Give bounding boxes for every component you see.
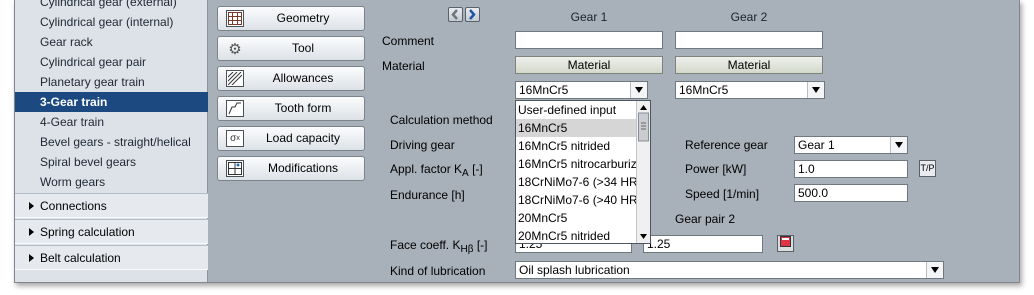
chevron-down-icon[interactable] <box>807 82 824 98</box>
tool-button-label: Tool <box>291 41 314 55</box>
expand-triangle-icon <box>29 202 34 210</box>
load-capacity-button-label: Load capacity <box>265 131 341 145</box>
tool-button[interactable]: ⚙ Tool <box>217 36 365 61</box>
chevron-down-icon[interactable] <box>926 262 943 278</box>
sidebar-section-spring-calculation[interactable]: Spring calculation <box>15 219 208 244</box>
dropdown-option[interactable]: 16MnCr5 nitrocarburized <box>516 155 636 173</box>
modifications-icon <box>226 160 244 177</box>
dropdown-option[interactable]: 20MnCr5 nitrided <box>516 227 636 243</box>
chevron-down-icon[interactable] <box>890 137 907 153</box>
application-factor-text: Appl. factor K <box>390 162 463 176</box>
material-dropdown-list: User-defined input 16MnCr5 16MnCr5 nitri… <box>515 100 651 244</box>
power-label: Power [kW] <box>685 162 747 176</box>
material-gear-2-value: 16MnCr5 <box>679 83 729 97</box>
material-gear-1-select[interactable]: 16MnCr5 <box>515 81 648 99</box>
application-factor-label: Appl. factor KA [-] <box>390 162 483 179</box>
material-gear-2-button[interactable]: Material <box>675 56 823 74</box>
kind-of-lubrication-label: Kind of lubrication <box>390 264 486 278</box>
comment-label: Comment <box>382 34 435 48</box>
sidebar-item-spiral-bevel-gears[interactable]: Spiral bevel gears <box>15 152 208 172</box>
next-arrow-button[interactable] <box>465 7 480 22</box>
material-label: Material <box>382 59 425 73</box>
application-factor-subscript: A <box>462 168 469 179</box>
application-window: Cylindrical gear (external) Cylindrical … <box>14 0 1020 283</box>
sidebar-item-cylindrical-gear-internal[interactable]: Cylindrical gear (internal) <box>15 12 208 32</box>
reference-gear-value: Gear 1 <box>798 138 835 152</box>
column-header-gear-1: Gear 1 <box>570 10 608 24</box>
tooth-form-icon <box>226 100 244 117</box>
allowance-icon <box>226 70 244 87</box>
sidebar-item-worm-gears[interactable]: Worm gears <box>15 172 208 192</box>
sidebar-item-planetary-gear-train[interactable]: Planetary gear train <box>15 72 208 92</box>
sidebar-section-connections[interactable]: Connections <box>15 193 208 218</box>
tooth-form-button-label: Tooth form <box>274 101 332 115</box>
allowances-button-label: Allowances <box>272 71 334 85</box>
scrollbar-graphic <box>638 105 649 239</box>
calculation-method-label: Calculation method <box>390 113 493 127</box>
torque-power-toggle-button[interactable]: T/P <box>919 160 936 177</box>
application-factor-unit: [-] <box>472 162 483 176</box>
endurance-label: Endurance [h] <box>390 188 465 202</box>
speed-label: Speed [1/min] <box>685 187 760 201</box>
power-input[interactable]: 1.0 <box>794 160 908 178</box>
modifications-button[interactable]: Modifications <box>217 156 365 181</box>
section-label: Belt calculation <box>40 251 121 265</box>
dropdown-option[interactable]: 18CrNiMo7-6 (>34 HRC <box>516 173 636 191</box>
allowances-button[interactable]: Allowances <box>217 66 365 91</box>
dropdown-option[interactable]: 18CrNiMo7-6 (>40 HRC <box>516 191 636 209</box>
modifications-button-label: Modifications <box>267 161 339 175</box>
load-capacity-icon: σx <box>226 130 244 147</box>
sidebar-item-4-gear-train[interactable]: 4-Gear train <box>15 112 208 132</box>
grid-icon <box>226 10 244 27</box>
chevron-left-icon <box>451 9 458 20</box>
sidebar-item-3-gear-train[interactable]: 3-Gear train <box>15 92 208 112</box>
sidebar-item-cylindrical-gear-external[interactable]: Cylindrical gear (external) <box>15 0 208 12</box>
reference-gear-label: Reference gear <box>685 138 768 152</box>
face-coefficient-pair-2-input[interactable]: 1.25 <box>643 235 763 253</box>
sidebar-item-gear-rack[interactable]: Gear rack <box>15 32 208 52</box>
expand-triangle-icon <box>29 228 34 236</box>
sidebar-item-bevel-gears[interactable]: Bevel gears - straight/helical <box>15 132 208 152</box>
material-gear-2-select[interactable]: 16MnCr5 <box>675 81 825 99</box>
comment-gear-2-input[interactable] <box>675 31 823 49</box>
gear-tool-icon: ⚙ <box>228 40 242 58</box>
geometry-button-label: Geometry <box>276 11 330 25</box>
lubrication-select[interactable]: Oil splash lubrication <box>515 261 944 279</box>
face-coefficient-subscript: Hβ <box>460 244 474 255</box>
geometry-button[interactable]: Geometry <box>217 6 365 31</box>
load-capacity-button[interactable]: σx Load capacity <box>217 126 365 151</box>
driving-gear-label: Driving gear <box>390 138 455 152</box>
speed-input[interactable]: 500.0 <box>794 184 908 202</box>
face-coefficient-unit: [-] <box>476 238 488 252</box>
reference-gear-select[interactable]: Gear 1 <box>794 136 908 154</box>
chevron-down-icon[interactable] <box>630 82 647 98</box>
dropdown-option[interactable]: User-defined input <box>516 101 636 119</box>
dropdown-option[interactable]: 16MnCr5 nitrided <box>516 137 636 155</box>
dropdown-option-highlighted[interactable]: 16MnCr5 <box>516 119 636 137</box>
chevron-right-icon <box>469 9 476 20</box>
expand-triangle-icon <box>29 254 34 262</box>
calculator-icon <box>780 236 791 247</box>
lubrication-value: Oil splash lubrication <box>519 263 630 277</box>
face-coefficient-label: Face coeff. KHβ [-] <box>390 238 487 255</box>
module-nav-panel: Geometry ⚙ Tool Allowances Tooth form σx… <box>209 0 367 282</box>
gear-pair-2-label: Gear pair 2 <box>675 212 736 226</box>
sidebar-section-belt-calculation[interactable]: Belt calculation <box>15 245 208 270</box>
material-gear-1-button[interactable]: Material <box>515 56 663 74</box>
sidebar: Cylindrical gear (external) Cylindrical … <box>15 0 208 282</box>
section-label: Spring calculation <box>40 225 135 239</box>
previous-arrow-button[interactable] <box>448 7 463 22</box>
calculation-form: Gear 1 Gear 2 Comment Material Material … <box>367 0 1019 282</box>
sidebar-item-cylindrical-gear-pair[interactable]: Cylindrical gear pair <box>15 52 208 72</box>
comment-gear-1-input[interactable] <box>515 31 663 49</box>
dropdown-scrollbar[interactable] <box>636 101 650 243</box>
face-coefficient-text: Face coeff. K <box>390 238 461 252</box>
tooth-form-button[interactable]: Tooth form <box>217 96 365 121</box>
calculator-button[interactable] <box>777 235 794 252</box>
section-label: Connections <box>40 199 107 213</box>
dropdown-option[interactable]: 20MnCr5 <box>516 209 636 227</box>
column-header-gear-2: Gear 2 <box>730 10 768 24</box>
material-gear-1-value: 16MnCr5 <box>519 83 569 97</box>
